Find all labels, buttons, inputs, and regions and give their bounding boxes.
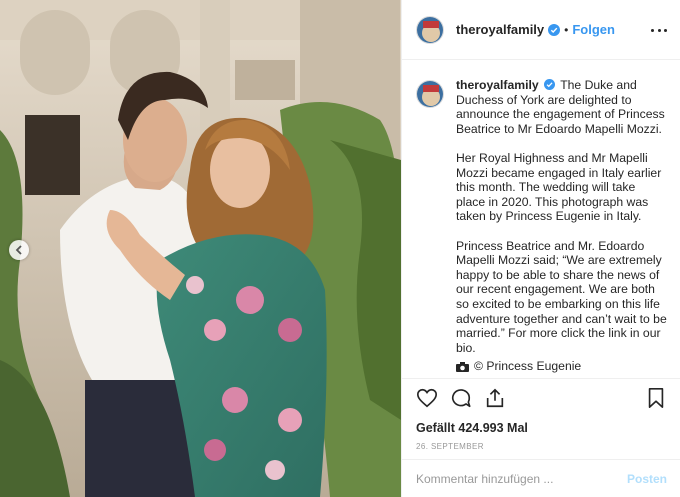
likes-count[interactable]: Gefällt 424.993 Mal	[416, 421, 667, 435]
photo-credit: © Princess Eugenie	[456, 359, 667, 374]
post-comment-button[interactable]: Posten	[627, 472, 667, 486]
action-icons-row	[416, 387, 667, 409]
previous-photo-button[interactable]	[9, 240, 29, 260]
photo-credit-text: © Princess Eugenie	[474, 359, 582, 374]
royal-family-avatar-image	[417, 81, 443, 107]
avatar[interactable]	[416, 15, 444, 44]
engagement-photo-illustration	[0, 0, 401, 497]
post-caption: theroyalfamily The Duke and Duchess of Y…	[402, 70, 680, 378]
caption-paragraph-3: Princess Beatrice and Mr. Edoardo Mapell…	[456, 238, 667, 355]
heart-icon[interactable]	[416, 387, 438, 409]
post-author-username[interactable]: theroyalfamily	[456, 22, 544, 37]
chevron-left-icon	[15, 245, 22, 255]
bookmark-icon[interactable]	[645, 387, 667, 409]
verified-badge-icon	[544, 79, 556, 90]
caption-paragraph-2: Her Royal Highness and Mr Mapelli Mozzi …	[456, 150, 662, 224]
comment-box: Posten	[402, 459, 680, 497]
header-separator: •	[564, 22, 569, 37]
caption-author-username[interactable]: theroyalfamily	[456, 78, 539, 92]
post-header: theroyalfamily • Folgen	[402, 0, 680, 60]
royal-family-avatar-image	[417, 16, 443, 43]
follow-button[interactable]: Folgen	[572, 22, 615, 37]
post-actions: Gefällt 424.993 Mal 26. SEPTEMBER	[402, 378, 680, 451]
post-date: 26. SEPTEMBER	[416, 442, 484, 451]
comment-input[interactable]	[416, 471, 627, 486]
caption-avatar[interactable]	[416, 80, 444, 108]
verified-badge-icon	[548, 23, 561, 36]
comment-bubble-icon[interactable]	[450, 387, 472, 409]
caption-text: theroyalfamily The Duke and Duchess of Y…	[456, 78, 667, 378]
post-photo[interactable]	[0, 0, 401, 497]
share-icon[interactable]	[484, 387, 506, 409]
post-details-panel: theroyalfamily • Folgen theroyalfamily T…	[401, 0, 680, 497]
camera-icon	[456, 361, 469, 372]
more-options-icon[interactable]	[651, 22, 667, 38]
